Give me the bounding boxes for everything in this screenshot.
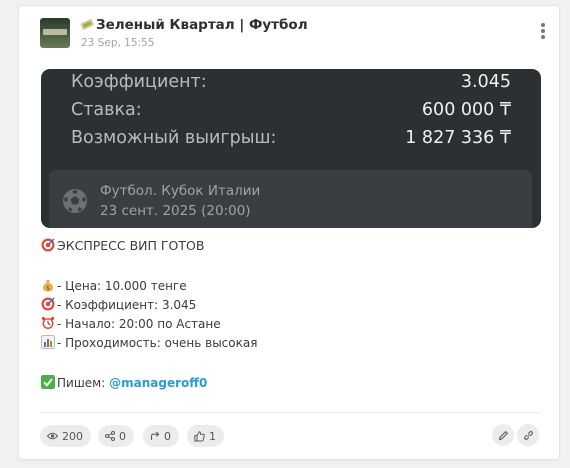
ticket-emoji-icon	[80, 19, 94, 30]
message-price-line: $ - Цена: 10.000 тенге	[41, 278, 187, 293]
channel-title-text: Зеленый Квартал | Футбол	[96, 17, 308, 33]
message-headline-line: ЭКСПРЕСС ВИП ГОТОВ	[41, 238, 204, 253]
channel-title[interactable]: Зеленый Квартал | Футбол	[80, 17, 308, 33]
post-date: 23 Sep, 15:55	[81, 37, 155, 49]
likes-count: 1	[209, 429, 216, 443]
post-card: Зеленый Квартал | Футбол 23 Sep, 15:55 К…	[18, 5, 560, 460]
message-contact-line: Пишем: @manageroff0	[41, 375, 207, 390]
thumbs-up-icon	[194, 430, 205, 441]
ticket-value: 600 000 ₸	[421, 100, 511, 120]
views-count: 200	[62, 429, 83, 443]
edit-button[interactable]	[492, 424, 514, 446]
share-icon	[105, 431, 115, 441]
match-info-box: Футбол. Кубок Италии 23 сент. 2025 (20:0…	[49, 170, 532, 228]
shares-count: 0	[119, 429, 126, 443]
alarm-clock-icon	[41, 316, 55, 329]
pencil-icon	[498, 430, 508, 440]
ticket-row-stake: Ставка: 600 000 ₸	[71, 100, 511, 120]
message-coef-line: - Коэффициент: 3.045	[41, 297, 196, 312]
message-headline: ЭКСПРЕСС ВИП ГОТОВ	[57, 238, 205, 253]
message-start-line: - Начало: 20:00 по Астане	[41, 316, 221, 331]
target-icon	[41, 238, 55, 252]
forward-counter[interactable]: 0	[143, 425, 179, 447]
soccer-ball-icon	[63, 189, 87, 213]
copy-link-button[interactable]	[517, 424, 539, 446]
ticket-value: 3.045	[460, 72, 511, 92]
svg-text:$: $	[46, 285, 50, 292]
forwards-count: 0	[164, 429, 171, 443]
forward-icon	[150, 431, 160, 440]
channel-avatar[interactable]	[40, 18, 70, 48]
message-start: - Начало: 20:00 по Астане	[57, 317, 221, 331]
views-counter[interactable]: 200	[40, 425, 91, 447]
message-contact-label: Пишем:	[57, 376, 110, 390]
more-options-icon[interactable]	[541, 23, 545, 39]
target-icon	[41, 297, 55, 311]
match-datetime: 23 сент. 2025 (20:00)	[100, 203, 251, 219]
likes-counter[interactable]: 1	[187, 425, 224, 447]
manager-mention-link[interactable]: @manageroff0	[109, 376, 207, 390]
message-coef: - Коэффициент: 3.045	[57, 298, 197, 312]
money-bag-icon: $	[42, 280, 54, 292]
ticket-label: Ставка:	[71, 100, 142, 120]
footer-divider	[41, 412, 541, 413]
bet-ticket-image: Коэффициент: 3.045 Ставка: 600 000 ₸ Воз…	[41, 69, 541, 228]
ticket-row-payout: Возможный выигрыш: 1 827 336 ₸	[71, 128, 511, 148]
message-pass: - Проходимость: очень высокая	[57, 336, 258, 350]
check-mark-icon	[41, 375, 55, 389]
message-pass-line: - Проходимость: очень высокая	[41, 335, 257, 350]
link-icon	[523, 430, 533, 440]
message-price: - Цена: 10.000 тенге	[57, 279, 187, 293]
eye-icon	[47, 432, 58, 440]
match-league: Футбол. Кубок Италии	[100, 183, 261, 199]
ticket-row-coefficient: Коэффициент: 3.045	[71, 72, 511, 92]
ticket-label: Возможный выигрыш:	[71, 128, 277, 148]
share-counter[interactable]: 0	[98, 425, 134, 447]
ticket-value: 1 827 336 ₸	[405, 128, 511, 148]
ticket-label: Коэффициент:	[71, 72, 207, 92]
bar-chart-icon	[41, 335, 55, 349]
